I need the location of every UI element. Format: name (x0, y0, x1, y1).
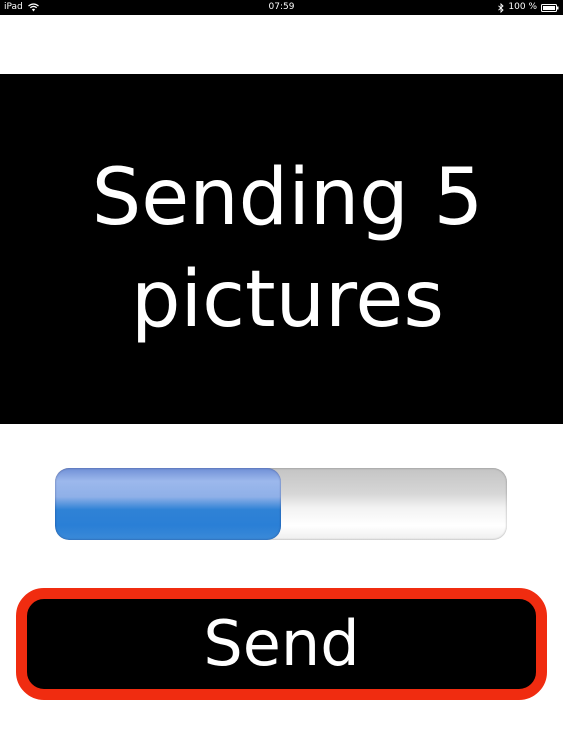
progress-bar (55, 468, 507, 540)
battery-icon (541, 3, 559, 12)
message-panel: Sending 5 pictures (0, 74, 563, 424)
status-time: 07:59 (268, 2, 295, 12)
sending-message: Sending 5 pictures (91, 153, 484, 345)
progress-fill (55, 468, 281, 540)
battery-percentage: 100 % (508, 2, 537, 12)
screen: iPad 07:59 100 % Sending 5 pictures Send (0, 0, 563, 750)
send-button[interactable]: Send (16, 588, 547, 700)
status-bar: iPad 07:59 100 % (0, 0, 563, 15)
status-right: 100 % (498, 0, 559, 15)
send-button-label: Send (203, 607, 360, 680)
bluetooth-icon (498, 2, 505, 13)
